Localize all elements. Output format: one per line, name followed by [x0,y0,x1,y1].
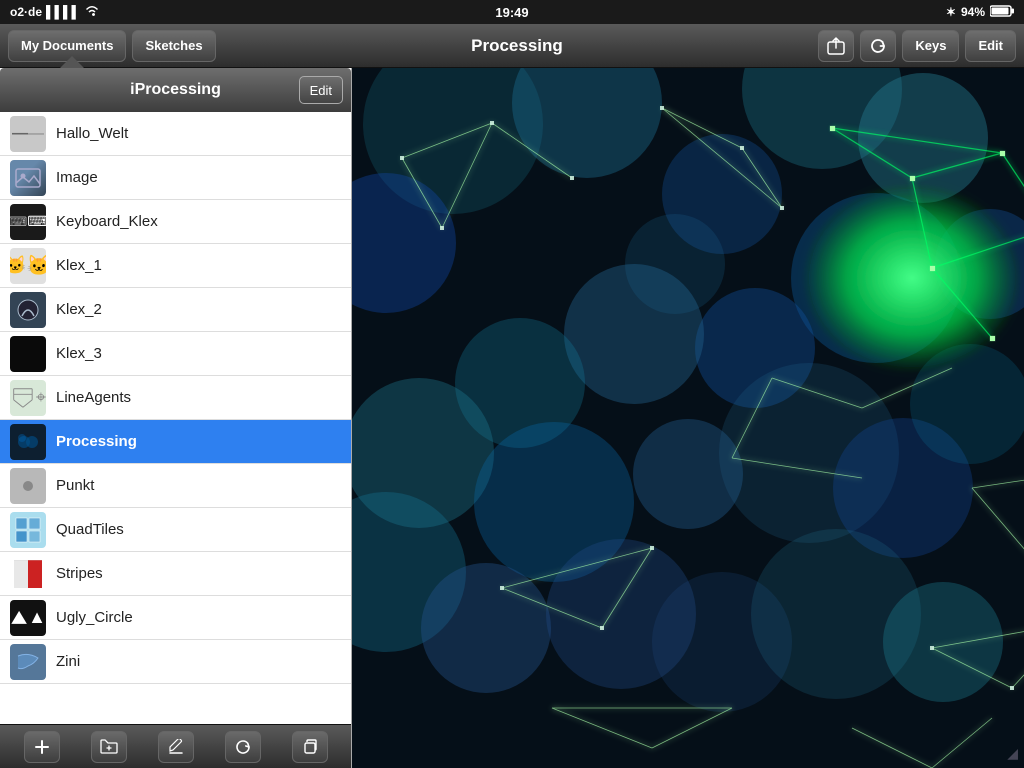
status-time: 19:49 [495,5,528,20]
file-name-label: Klex_2 [56,301,102,318]
file-item[interactable]: — Hallo_Welt [0,112,351,156]
file-name-label: Hallo_Welt [56,125,128,142]
file-name-label: Stripes [56,565,103,582]
file-item[interactable]: Zini [0,640,351,684]
keys-button[interactable]: Keys [902,30,959,62]
file-item[interactable]: Klex_3 [0,332,351,376]
sketch-canvas-area[interactable]: ◢ [352,68,1024,768]
file-thumbnail [10,292,46,328]
status-left: o2·de ▌▌▌▌ [10,5,100,20]
toolbar: My Documents Sketches Processing Keys Ed… [0,24,1024,68]
file-item[interactable]: Klex_2 [0,288,351,332]
main-content: iProcessing Edit — Hallo_Welt Image ⌨ Keyboa… [0,68,1024,768]
file-thumbnail: ⌨ [10,204,46,240]
signal-icon: ▌▌▌▌ [46,5,80,19]
file-thumbnail: — [10,116,46,152]
add-sketch-button[interactable] [24,731,60,763]
file-name-label: Klex_3 [56,345,102,362]
sidebar: iProcessing Edit — Hallo_Welt Image ⌨ Keyboa… [0,68,352,768]
file-list: — Hallo_Welt Image ⌨ Keyboard_Klex 🐱 Klex_1 Kle… [0,112,351,724]
duplicate-file-button[interactable] [292,731,328,763]
file-item[interactable]: 🐱 Klex_1 [0,244,351,288]
toolbar-title: Processing [222,36,813,56]
file-thumbnail [10,336,46,372]
refresh-button[interactable] [860,30,896,62]
refresh-file-button[interactable] [225,731,261,763]
carrier-label: o2·de [10,5,42,19]
file-item[interactable]: ⌨ Keyboard_Klex [0,200,351,244]
edit-button[interactable]: Edit [965,30,1016,62]
sketches-button[interactable]: Sketches [132,30,215,62]
toolbar-right-actions: Keys Edit [818,30,1016,62]
file-thumbnail: 🐱 [10,248,46,284]
green-glow [802,183,1022,373]
file-item[interactable]: Image [0,156,351,200]
battery-label: 94% [961,5,985,19]
file-item[interactable]: LineAgents [0,376,351,420]
network-svg [352,68,1024,768]
file-name-label: Zini [56,653,80,670]
file-name-label: Punkt [56,477,94,494]
file-thumbnail [10,380,46,416]
sidebar-title: iProcessing [130,81,221,99]
edit-file-button[interactable] [158,731,194,763]
status-right: ✶ 94% [946,5,1014,20]
file-thumbnail [10,512,46,548]
file-thumbnail [10,160,46,196]
file-item[interactable]: Punkt [0,464,351,508]
file-item[interactable]: Stripes [0,552,351,596]
add-folder-button[interactable] [91,731,127,763]
file-thumbnail [10,424,46,460]
file-name-label: Klex_1 [56,257,102,274]
file-item[interactable]: Processing [0,420,351,464]
battery-icon [990,5,1014,20]
share-button[interactable] [818,30,854,62]
file-thumbnail [10,556,46,592]
file-thumbnail [10,468,46,504]
sidebar-edit-button[interactable]: Edit [299,76,343,104]
file-name-label: Image [56,169,98,186]
file-name-label: Processing [56,433,137,450]
file-thumbnail [10,644,46,680]
file-item[interactable]: QuadTiles [0,508,351,552]
bluetooth-icon: ✶ [946,5,956,19]
file-thumbnail [10,600,46,636]
file-name-label: Ugly_Circle [56,609,133,626]
resize-handle-icon: ◢ [1007,745,1018,762]
status-bar: o2·de ▌▌▌▌ 19:49 ✶ 94% [0,0,1024,24]
file-name-label: QuadTiles [56,521,124,538]
wifi-icon [84,5,100,20]
file-item[interactable]: Ugly_Circle [0,596,351,640]
file-name-label: LineAgents [56,389,131,406]
sidebar-header: iProcessing Edit [0,68,351,112]
sidebar-bottom-toolbar [0,724,351,768]
file-name-label: Keyboard_Klex [56,213,158,230]
